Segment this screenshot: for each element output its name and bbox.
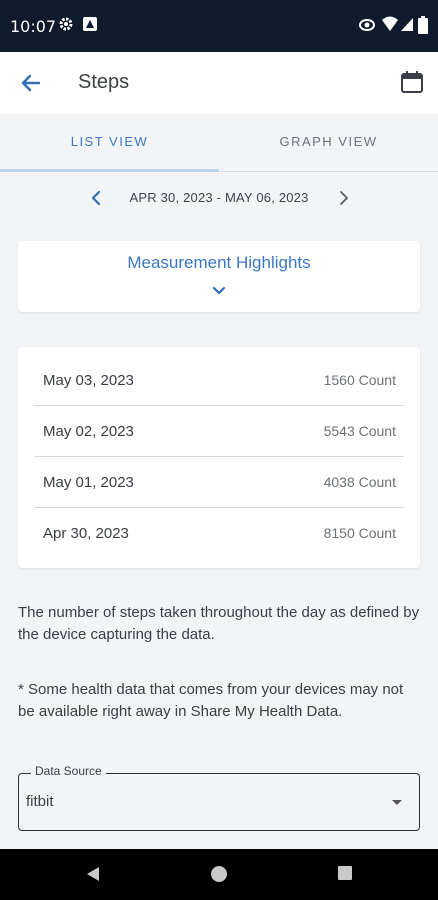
tab-selected-indicator [0,169,219,172]
back-arrow-icon[interactable] [18,70,44,96]
entry-date: May 01, 2023 [43,474,134,491]
list-item[interactable]: May 01, 2023 4038 Count [34,457,404,508]
status-time: 10:07 [10,17,57,36]
list-item[interactable]: May 03, 2023 1560 Count [34,355,404,406]
chevron-down-icon[interactable] [211,285,227,297]
entry-date: May 03, 2023 [43,372,134,389]
entry-date: May 02, 2023 [43,423,134,440]
highlights-title: Measurement Highlights [127,253,311,272]
data-source-value: fitbit [26,793,54,810]
page-title: Steps [78,71,130,93]
battery-icon [418,16,428,34]
nav-back-icon[interactable] [84,865,102,883]
system-nav-bar [0,849,438,900]
data-source-select[interactable]: Data Source fitbit [18,764,420,831]
view-tabs: LIST VIEW GRAPH VIEW [0,114,438,172]
entry-count: 8150 Count [323,525,396,541]
entry-count: 1560 Count [323,372,396,388]
status-bar: 10:07 [0,0,438,52]
list-item[interactable]: Apr 30, 2023 8150 Count [34,508,404,559]
metric-description: The number of steps taken throughout the… [18,604,420,643]
dropdown-arrow-icon[interactable] [392,800,402,805]
data-saver-icon [359,19,375,31]
tab-graph-view[interactable]: GRAPH VIEW [219,114,438,172]
nav-recents-icon[interactable] [337,865,353,881]
entry-date: Apr 30, 2023 [43,525,129,542]
chevron-right-icon[interactable] [334,188,352,208]
app-bar: Steps [0,52,438,114]
date-range-label: APR 30, 2023 - MAY 06, 2023 [129,190,309,205]
date-range-selector: APR 30, 2023 - MAY 06, 2023 [0,186,438,210]
entry-count: 4038 Count [323,474,396,490]
notification-app-icon [83,17,97,31]
availability-note: * Some health data that comes from your … [18,681,404,720]
settings-icon [59,17,73,31]
calendar-icon[interactable] [399,69,425,95]
tab-list-view[interactable]: LIST VIEW [0,114,219,172]
measurement-highlights-card[interactable]: Measurement Highlights [18,241,420,312]
data-source-label: Data Source [31,764,106,778]
steps-list: May 03, 2023 1560 Count May 02, 2023 554… [18,347,420,568]
nav-home-icon[interactable] [210,865,228,883]
wifi-icon [382,16,398,31]
entry-count: 5543 Count [323,423,396,439]
list-item[interactable]: May 02, 2023 5543 Count [34,406,404,457]
cell-signal-icon [401,18,413,31]
